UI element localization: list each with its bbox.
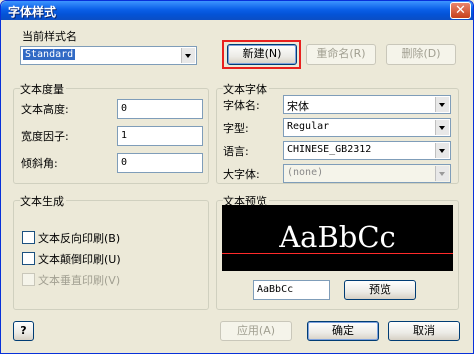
preview-canvas: AaBbCc bbox=[222, 205, 453, 271]
close-button[interactable]: ✕ bbox=[450, 2, 471, 19]
font-name-select[interactable]: 宋体 bbox=[283, 95, 451, 114]
width-factor-input[interactable]: 1 bbox=[117, 126, 203, 146]
title-bar[interactable]: 字体样式 ✕ bbox=[1, 1, 473, 20]
help-icon: ? bbox=[20, 324, 27, 337]
oblique-angle-input[interactable]: 0 bbox=[117, 153, 203, 173]
style-name-value: Standard bbox=[23, 49, 76, 60]
font-name-value: 宋体 bbox=[287, 100, 309, 113]
help-button[interactable]: ? bbox=[13, 321, 34, 341]
text-generation-title: 文本生成 bbox=[20, 193, 66, 209]
window-title: 字体样式 bbox=[8, 5, 57, 19]
chevron-down-icon[interactable] bbox=[435, 143, 449, 158]
text-height-input[interactable]: 0 bbox=[117, 99, 203, 119]
chevron-down-icon[interactable] bbox=[435, 166, 449, 181]
backwards-checkbox[interactable] bbox=[22, 231, 35, 244]
text-font-title: 文本字体 bbox=[223, 81, 269, 97]
language-label: 语言: bbox=[223, 145, 249, 158]
preview-button[interactable]: 预览 bbox=[344, 280, 416, 300]
ok-button[interactable]: 确定 bbox=[307, 321, 379, 341]
upside-down-checkbox[interactable] bbox=[22, 252, 35, 265]
delete-style-button[interactable]: 删除(D) bbox=[386, 44, 456, 65]
font-style-value: Regular bbox=[287, 121, 330, 132]
apply-button[interactable]: 应用(A) bbox=[220, 321, 292, 341]
bigfont-select[interactable]: (none) bbox=[283, 164, 451, 183]
highlight-annotation bbox=[222, 40, 301, 69]
bigfont-value: (none) bbox=[287, 167, 324, 178]
language-select[interactable]: CHINESE_GB2312 bbox=[283, 141, 451, 160]
oblique-angle-label: 倾斜角: bbox=[21, 157, 58, 170]
preview-sample-text: AaBbCc bbox=[279, 220, 396, 254]
cancel-button[interactable]: 取消 bbox=[388, 321, 460, 341]
vertical-checkbox[interactable] bbox=[22, 273, 35, 286]
preview-text-input[interactable]: AaBbCc bbox=[253, 280, 330, 300]
dialog-window: 字体样式 ✕ 当前样式名 Standard 新建(N) 重命名(R) 删除(D)… bbox=[0, 0, 474, 354]
backwards-label[interactable]: 文本反向印刷(B) bbox=[38, 230, 120, 246]
language-value: CHINESE_GB2312 bbox=[287, 144, 372, 155]
current-style-label: 当前样式名 bbox=[22, 30, 77, 43]
chevron-down-icon[interactable] bbox=[435, 97, 449, 112]
upside-down-label[interactable]: 文本颠倒印刷(U) bbox=[38, 251, 121, 267]
style-name-select[interactable]: Standard bbox=[20, 46, 197, 65]
bigfont-label: 大字体: bbox=[223, 168, 260, 181]
font-style-label: 字型: bbox=[223, 122, 249, 135]
text-height-label: 文本高度: bbox=[21, 103, 69, 116]
font-name-label: 字体名: bbox=[223, 99, 260, 112]
text-metrics-title: 文本度量 bbox=[20, 81, 66, 97]
preview-baseline bbox=[222, 253, 453, 254]
close-icon: ✕ bbox=[455, 3, 466, 18]
chevron-down-icon[interactable] bbox=[181, 48, 195, 63]
chevron-down-icon[interactable] bbox=[435, 120, 449, 135]
rename-style-button[interactable]: 重命名(R) bbox=[306, 44, 376, 65]
width-factor-label: 宽度因子: bbox=[21, 130, 69, 143]
vertical-label[interactable]: 文本垂直印刷(V) bbox=[38, 272, 120, 288]
font-style-select[interactable]: Regular bbox=[283, 118, 451, 137]
